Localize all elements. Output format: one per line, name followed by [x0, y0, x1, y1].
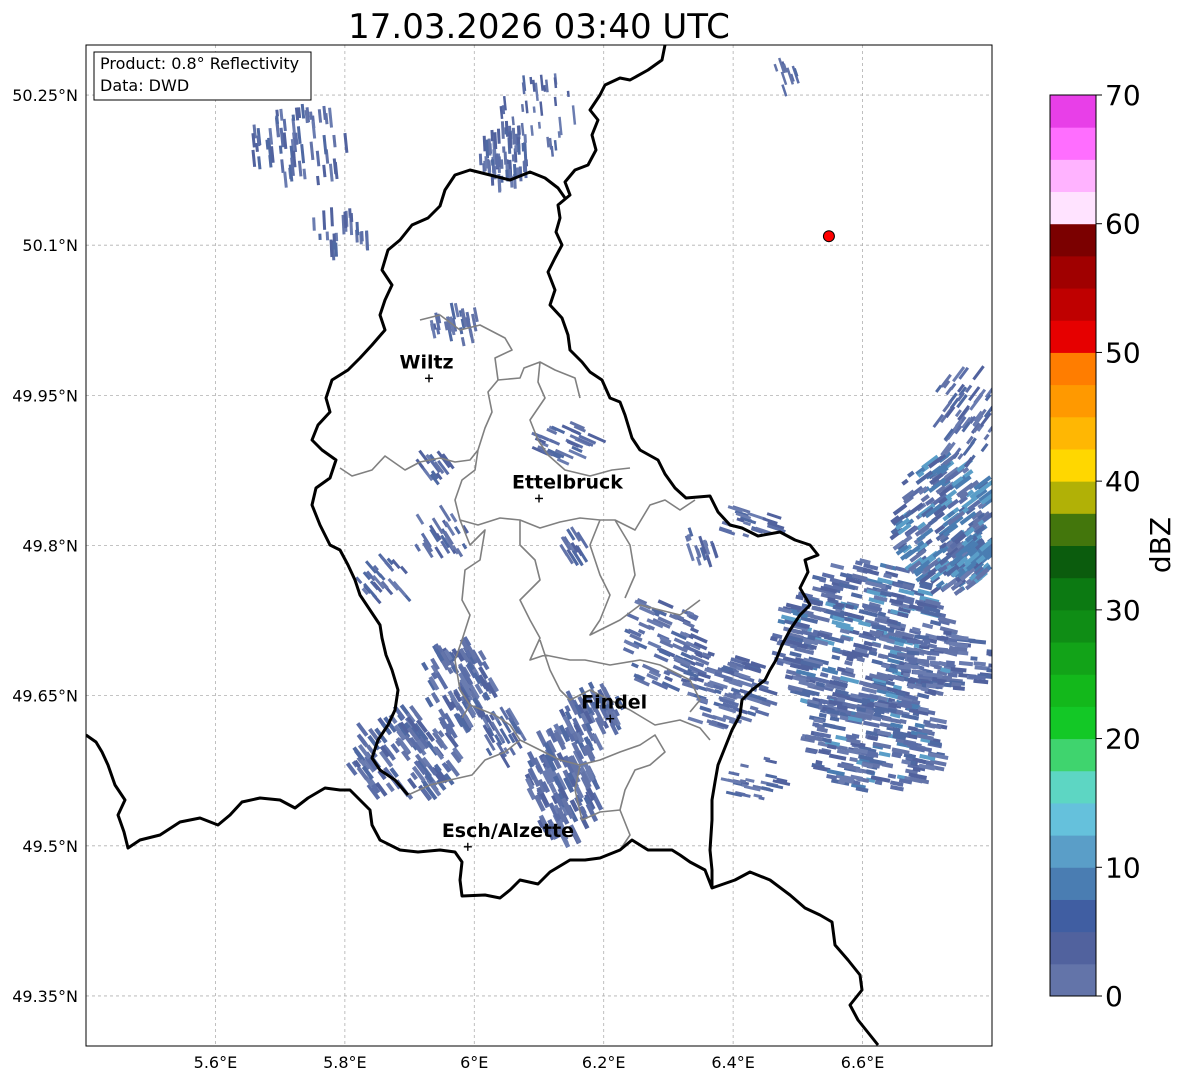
colorbar-tick-label: 30: [1105, 594, 1141, 627]
colorbar-tick-label: 0: [1105, 980, 1123, 1013]
colorbar-swatch: [1050, 706, 1096, 740]
lat-tick-label: 49.65°N: [12, 687, 78, 706]
colorbar-swatch: [1050, 352, 1096, 386]
colorbar-swatch: [1050, 255, 1096, 289]
lon-tick-label: 5.6°E: [194, 1053, 238, 1072]
info-data-source: Data: DWD: [100, 76, 189, 95]
city-label: Ettelbruck: [512, 471, 623, 493]
colorbar-swatch: [1050, 609, 1096, 643]
lon-tick-label: 6°E: [460, 1053, 488, 1072]
colorbar-swatch: [1050, 835, 1096, 868]
lon-tick-label: 6.2°E: [582, 1053, 626, 1072]
colorbar-tick-label: 70: [1105, 79, 1141, 112]
colorbar-swatch: [1050, 127, 1096, 160]
colorbar-swatch: [1050, 802, 1096, 836]
colorbar-tick-label: 10: [1105, 851, 1141, 884]
lon-tick-label: 5.8°E: [323, 1053, 367, 1072]
radar-site-marker: [822, 230, 835, 243]
colorbar-swatch: [1050, 384, 1096, 418]
colorbar-swatch: [1050, 513, 1096, 546]
colorbar-swatch: [1050, 867, 1096, 900]
map-area: Wiltz Ettelbruck Findel Esch/Alzette 50.25°…: [12, 44, 993, 1072]
colorbar-swatch: [1050, 288, 1096, 321]
colorbar-swatch: [1050, 674, 1096, 707]
city-label: Findel: [581, 692, 647, 714]
colorbar-tick-label: 60: [1105, 208, 1141, 241]
colorbar-swatch: [1050, 545, 1096, 579]
colorbar-swatch: [1050, 448, 1096, 482]
lat-tick-label: 50.1°N: [22, 236, 78, 255]
colorbar-swatch: [1050, 191, 1096, 225]
colorbar-swatch: [1050, 481, 1096, 514]
lat-tick-label: 49.35°N: [12, 987, 78, 1006]
colorbar-tick-label: 50: [1105, 336, 1141, 369]
colorbar-swatch: [1050, 223, 1096, 257]
lat-tick-label: 49.5°N: [22, 837, 78, 856]
colorbar-swatch: [1050, 159, 1096, 193]
info-product: Product: 0.8° Reflectivity: [100, 54, 299, 73]
colorbar-tick-label: 20: [1105, 723, 1141, 756]
colorbar-swatch: [1050, 642, 1096, 675]
city-label: Wiltz: [399, 351, 453, 373]
city-label: Esch/Alzette: [442, 820, 574, 842]
info-box: Product: 0.8° Reflectivity Data: DWD: [93, 51, 312, 101]
colorbar-swatch: [1050, 738, 1096, 772]
colorbar-swatch: [1050, 320, 1096, 353]
radar-map-figure: 17.03.2026 03:40 UTC Wiltz Ettelbruck Find…: [12, 7, 1177, 1072]
lat-tick-label: 49.8°N: [22, 537, 78, 556]
colorbar-label: dBZ: [1144, 517, 1177, 573]
latitude-tick-labels: 50.25°N 50.1°N 49.95°N 49.8°N 49.65°N 49.5°N 4…: [12, 86, 78, 1006]
lon-tick-label: 6.6°E: [841, 1053, 885, 1072]
lon-tick-label: 6.4°E: [711, 1053, 755, 1072]
colorbar-swatch: [1050, 416, 1096, 450]
colorbar-swatch: [1050, 963, 1096, 997]
colorbar-tick-label: 40: [1105, 465, 1141, 498]
map-title: 17.03.2026 03:40 UTC: [348, 7, 730, 47]
colorbar-swatch: [1050, 899, 1096, 933]
longitude-tick-labels: 5.6°E 5.8°E 6°E 6.2°E 6.4°E 6.6°E: [194, 1053, 885, 1072]
colorbar-swatch: [1050, 931, 1096, 965]
colorbar: 0 10 20 30 40 50 60 70 dBZ: [1049, 79, 1177, 1013]
colorbar-swatch: [1050, 577, 1096, 611]
lat-tick-label: 50.25°N: [12, 86, 78, 105]
colorbar-swatch: [1050, 770, 1096, 804]
colorbar-swatch: [1050, 95, 1096, 128]
lat-tick-label: 49.95°N: [12, 386, 78, 405]
